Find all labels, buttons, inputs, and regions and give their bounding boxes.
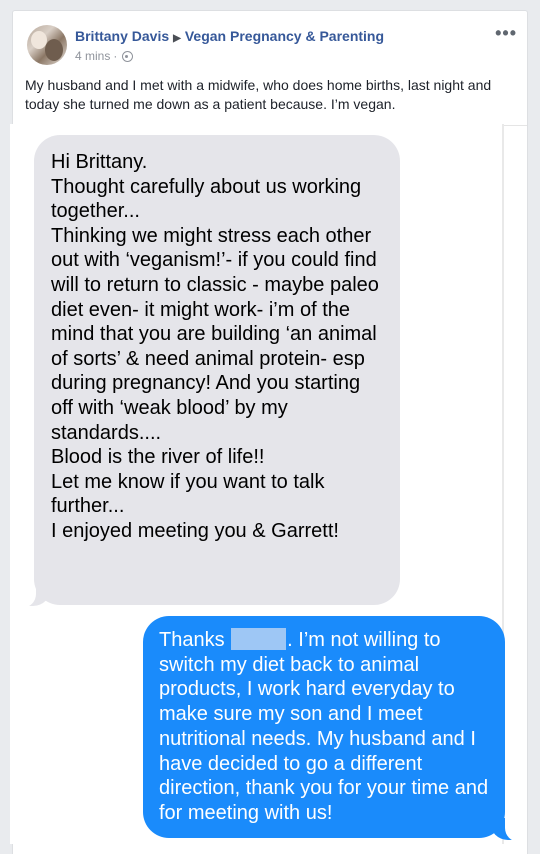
outgoing-tail-cut [505, 814, 527, 842]
triangle-right-icon: ▶ [173, 33, 181, 44]
incoming-message: Hi Brittany. Thought carefully about us … [34, 135, 400, 605]
outgoing-message-rest: . I’m not willing to switch my diet back… [159, 629, 489, 824]
globe-icon[interactable] [122, 50, 134, 62]
author-name[interactable]: Brittany Davis [75, 28, 169, 44]
outgoing-message-start: Thanks [159, 629, 225, 651]
post-time[interactable]: 4 mins [75, 49, 110, 63]
group-name[interactable]: Vegan Pregnancy & Parenting [185, 28, 384, 44]
post-meta: 4 mins · [75, 49, 134, 63]
outgoing-message: Thanks . I’m not willing to switch my di… [143, 616, 505, 838]
redacted-name [231, 628, 287, 650]
post-header: Brittany Davis ▶ Vegan Pregnancy & Parenti… [75, 28, 384, 44]
avatar[interactable] [27, 25, 67, 65]
more-icon[interactable]: ••• [495, 23, 517, 44]
meta-separator: · [113, 49, 118, 63]
avatar-face-2 [45, 39, 63, 61]
post-text: My husband and I met with a midwife, who… [25, 77, 492, 112]
